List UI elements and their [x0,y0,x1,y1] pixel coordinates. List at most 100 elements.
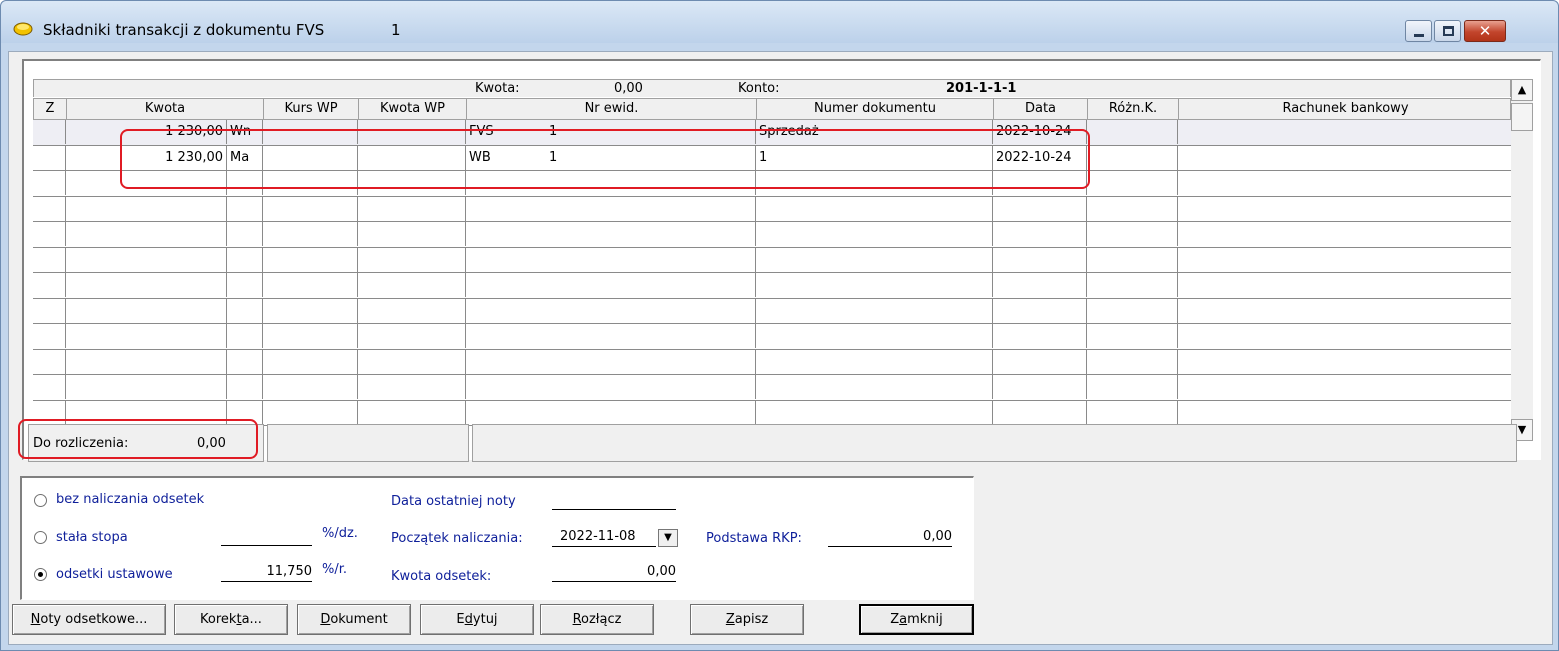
scroll-up-icon[interactable]: ▲ [1511,79,1533,101]
cell-strona[interactable] [227,298,263,323]
cell-data[interactable]: 2022-10-24 [993,145,1087,170]
zamknij-button[interactable]: Zamknij [859,604,974,635]
col-header-data[interactable]: Data [994,99,1088,121]
cell-rachunek[interactable] [1178,197,1511,221]
cell-data[interactable] [993,171,1087,195]
cell-rozn-k[interactable] [1087,145,1178,170]
radio-bez-naliczania[interactable] [34,494,47,507]
edytuj-button[interactable]: Edytuj [420,604,534,635]
table-row[interactable]: 1 230,00 Ma WB 1 1 2022-10-24 [33,145,1511,171]
table-row[interactable] [33,375,1511,401]
chevron-down-icon[interactable]: ▼ [658,529,678,547]
cell-numer-dokumentu[interactable] [756,171,993,195]
cell-rozn-k[interactable] [1087,375,1178,399]
stala-stopa-input[interactable] [221,528,312,546]
cell-rachunek[interactable] [1178,401,1511,425]
cell-numer-dokumentu[interactable] [756,298,993,323]
cell-nr-ewid[interactable]: FVS 1 [466,120,756,144]
cell-rachunek[interactable] [1178,171,1511,195]
cell-kwota[interactable] [66,171,227,195]
odsetki-ustawowe-input[interactable]: 11,750 [221,564,312,582]
cell-data[interactable] [993,298,1087,323]
cell-kurs-wp[interactable] [263,298,358,323]
cell-kwota-wp[interactable] [358,196,466,221]
cell-nr-ewid[interactable]: WB 1 [466,145,756,170]
radio-odsetki-ustawowe[interactable] [34,568,47,581]
maximize-button[interactable] [1434,20,1461,42]
cell-kurs-wp[interactable] [263,375,358,399]
cell-kwota[interactable] [66,375,227,399]
korekta-button[interactable]: Korekta... [174,604,288,635]
cell-rozn-k[interactable] [1087,247,1178,272]
cell-data[interactable] [993,247,1087,272]
col-header-z[interactable]: Z [34,99,67,121]
cell-nr-ewid[interactable] [466,273,756,297]
cell-strona[interactable] [227,400,263,425]
cell-rozn-k[interactable] [1087,349,1178,374]
cell-kwota-wp[interactable] [358,273,466,297]
cell-numer-dokumentu[interactable] [756,349,993,374]
table-row[interactable] [33,273,1511,299]
cell-kwota[interactable] [66,196,227,221]
cell-kwota-wp[interactable] [358,145,466,170]
cell-kwota-wp[interactable] [358,375,466,399]
col-header-rachunek[interactable]: Rachunek bankowy [1179,99,1512,121]
cell-rachunek[interactable] [1178,222,1511,246]
cell-z[interactable] [33,247,66,272]
cell-numer-dokumentu[interactable] [756,324,993,348]
cell-strona[interactable] [227,324,263,348]
cell-numer-dokumentu[interactable]: 1 [756,145,993,170]
cell-z[interactable] [33,349,66,374]
cell-kurs-wp[interactable] [263,247,358,272]
cell-z[interactable] [33,222,66,246]
rozlacz-button[interactable]: Rozłącz [540,604,654,635]
cell-kwota-wp[interactable] [358,222,466,246]
stala-stopa-label[interactable]: stała stopa [56,530,128,545]
cell-rozn-k[interactable] [1087,196,1178,221]
cell-numer-dokumentu[interactable]: Sprzedaż [756,120,993,144]
radio-stala-stopa[interactable] [34,531,47,544]
cell-numer-dokumentu[interactable] [756,375,993,399]
cell-nr-ewid[interactable] [466,375,756,399]
cell-z[interactable] [33,375,66,399]
cell-kwota[interactable] [66,273,227,297]
table-row[interactable] [33,298,1511,324]
cell-nr-ewid[interactable] [466,171,756,195]
cell-kurs-wp[interactable] [263,222,358,246]
cell-z[interactable] [33,196,66,221]
cell-numer-dokumentu[interactable] [756,273,993,297]
cell-nr-ewid[interactable] [466,298,756,323]
cell-kwota-wp[interactable] [358,247,466,272]
cell-strona[interactable] [227,349,263,374]
bez-naliczania-label[interactable]: bez naliczania odsetek [56,492,204,507]
cell-z[interactable] [33,400,66,425]
table-row[interactable] [33,222,1511,248]
cell-rachunek[interactable] [1178,299,1511,323]
cell-rachunek[interactable] [1178,120,1511,144]
table-row[interactable] [33,324,1511,350]
col-header-nr-ewid[interactable]: Nr ewid. [467,99,757,121]
cell-kurs-wp[interactable] [263,324,358,348]
cell-kurs-wp[interactable] [263,349,358,374]
cell-kwota[interactable]: 1 230,00 [66,120,227,144]
noty-odsetkowe-button[interactable]: Noty odsetkowe... [12,604,166,635]
cell-nr-ewid[interactable] [466,247,756,272]
cell-strona[interactable] [227,196,263,221]
table-row[interactable]: 1 230,00 Wn FVS 1 Sprzedaż 2022-10-24 [33,120,1511,146]
cell-kurs-wp[interactable] [263,400,358,425]
cell-strona[interactable] [227,375,263,399]
cell-nr-ewid[interactable] [466,222,756,246]
col-header-kwota-wp[interactable]: Kwota WP [359,99,467,121]
title-bar[interactable]: Składniki transakcji z dokumentu FVS 1 ✕ [1,1,1558,43]
cell-rozn-k[interactable] [1087,273,1178,297]
cell-rozn-k[interactable] [1087,120,1178,144]
cell-rachunek[interactable] [1178,248,1511,272]
cell-z[interactable] [33,273,66,297]
cell-rozn-k[interactable] [1087,222,1178,246]
zapisz-button[interactable]: Zapisz [690,604,804,635]
cell-rachunek[interactable] [1178,273,1511,297]
cell-z[interactable] [33,324,66,348]
cell-kwota[interactable] [66,400,227,425]
close-button[interactable]: ✕ [1464,20,1506,42]
cell-rozn-k[interactable] [1087,171,1178,195]
